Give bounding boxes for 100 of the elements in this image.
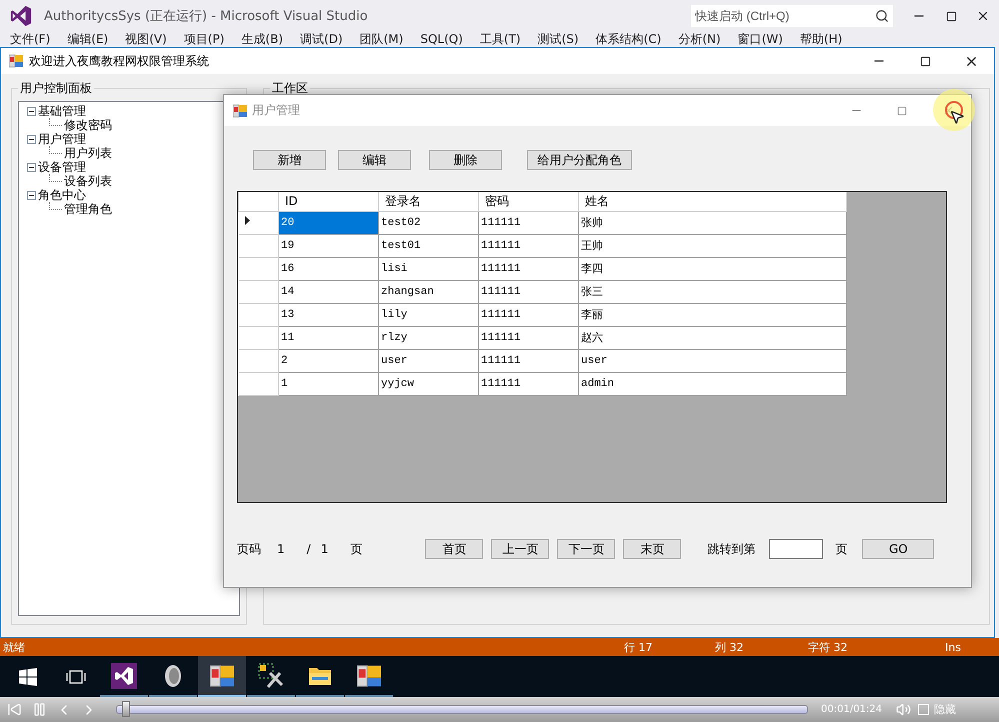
go-button[interactable]: GO	[862, 539, 934, 559]
table-cell: 14	[278, 280, 378, 303]
table-cell: lisi	[378, 257, 478, 280]
table-cell: 111111	[478, 280, 578, 303]
jump-label: 跳转到第	[707, 540, 756, 558]
menu-item[interactable]: 体系结构(C)	[596, 32, 662, 47]
menu-item[interactable]: 帮助(H)	[800, 32, 842, 47]
collapse-icon[interactable]	[27, 134, 36, 144]
column-header[interactable]: ID	[278, 192, 378, 211]
page-separator: /	[306, 542, 311, 556]
group-title: 用户控制面板	[19, 80, 93, 97]
tree-item[interactable]: 用户列表	[64, 146, 112, 160]
collapse-icon[interactable]	[27, 190, 36, 200]
table-cell: 111111	[478, 326, 578, 349]
table-cell: 111111	[478, 303, 578, 326]
menu-item[interactable]: 视图(V)	[125, 32, 167, 47]
menu-item[interactable]: 生成(B)	[241, 32, 284, 47]
status-line: 行 17	[624, 640, 652, 654]
pager-button[interactable]: 下一页	[557, 539, 616, 559]
status-text: 就绪	[3, 640, 25, 654]
pager-button[interactable]: 末页	[623, 539, 682, 559]
table-cell: 2	[278, 349, 378, 372]
menu-item[interactable]: 编辑(E)	[67, 32, 108, 47]
maximize-icon	[897, 106, 907, 116]
current-page: 1	[277, 542, 285, 556]
search-field[interactable]: 快速启动 (Ctrl+Q)	[691, 5, 871, 27]
table-cell: user	[378, 349, 478, 372]
toolbar-button[interactable]: 新增	[253, 150, 326, 170]
table-cell: 20	[278, 211, 378, 234]
table-cell: 李丽	[578, 303, 846, 326]
menu-item[interactable]: 测试(S)	[538, 32, 579, 47]
collapse-icon[interactable]	[27, 162, 36, 172]
table-cell: admin	[578, 372, 846, 395]
table-cell: 李四	[578, 257, 846, 280]
app-icon	[210, 664, 234, 688]
column-header[interactable]: 登录名	[378, 192, 478, 211]
toolbar-button[interactable]: 编辑	[338, 150, 411, 170]
search-button[interactable]	[871, 5, 893, 27]
windows-logo-icon	[19, 668, 37, 686]
pager-button[interactable]: 首页	[425, 539, 484, 559]
status-char: 字符 32	[808, 640, 848, 654]
pager-button[interactable]: 上一页	[491, 539, 550, 559]
click-highlight	[933, 89, 975, 131]
menu-item[interactable]: 团队(M)	[360, 32, 404, 47]
dialog-title: 用户管理	[252, 102, 301, 119]
tree-item[interactable]: 管理角色	[64, 202, 112, 216]
playback-time: 00:01/01:24	[821, 704, 882, 715]
collapse-icon[interactable]	[27, 106, 36, 116]
tree-item[interactable]: 基础管理	[38, 104, 86, 118]
table-cell: rlzy	[378, 326, 478, 349]
menu-item[interactable]: SQL(Q)	[420, 32, 463, 47]
table-cell: 13	[278, 303, 378, 326]
table-cell: user	[578, 349, 846, 372]
total-pages: 1	[320, 542, 328, 556]
status-column: 列 32	[715, 640, 744, 654]
speaker-icon	[163, 664, 183, 688]
page-unit: 页	[350, 540, 362, 558]
slider-thumb[interactable]	[122, 701, 130, 717]
close-icon	[942, 104, 954, 117]
page-label: 页码	[237, 540, 261, 558]
tree-item[interactable]: 修改密码	[64, 118, 112, 132]
window-title: 欢迎进入夜鹰教程网权限管理系统	[29, 52, 210, 70]
task-view-icon	[66, 670, 86, 684]
skip-back-icon	[6, 702, 22, 717]
close-icon	[976, 9, 990, 23]
table-cell: 张帅	[578, 211, 846, 234]
table-cell: 赵六	[578, 326, 846, 349]
menu-item[interactable]: 文件(F)	[10, 32, 50, 47]
column-header[interactable]: 姓名	[578, 192, 846, 211]
menu-item[interactable]: 项目(P)	[184, 32, 224, 47]
menu-item[interactable]: 工具(T)	[480, 32, 521, 47]
app-icon	[9, 54, 23, 68]
toolbar-button[interactable]: 删除	[429, 150, 502, 170]
page-input[interactable]	[769, 539, 824, 559]
status-mode: Ins	[945, 640, 961, 654]
table-cell: 19	[278, 234, 378, 257]
menu-item[interactable]: 调试(D)	[300, 32, 343, 47]
table-cell: test02	[378, 211, 478, 234]
tree-item[interactable]: 用户管理	[38, 132, 86, 146]
table-cell: 王帅	[578, 234, 846, 257]
tree-item[interactable]: 设备列表	[64, 174, 112, 188]
app-icon	[233, 104, 247, 118]
table-cell: 111111	[478, 234, 578, 257]
tree-item[interactable]: 角色中心	[38, 188, 86, 202]
hide-checkbox[interactable]	[918, 704, 930, 715]
pause-icon	[32, 702, 46, 717]
hide-label: 隐藏	[934, 702, 956, 717]
table-cell: zhangsan	[378, 280, 478, 303]
app-icon	[357, 664, 381, 688]
menu-item[interactable]: 窗口(W)	[738, 32, 783, 47]
menu-item[interactable]: 分析(N)	[678, 32, 721, 47]
table-cell: 111111	[478, 372, 578, 395]
toolbar-button[interactable]: 给用户分配角色	[527, 150, 632, 170]
row-indicator-icon	[244, 216, 250, 225]
tree-item[interactable]: 设备管理	[38, 160, 86, 174]
vs-logo-icon	[111, 662, 137, 688]
page-unit: 页	[835, 540, 848, 558]
column-header[interactable]: 密码	[478, 192, 578, 211]
taskbar-app[interactable]	[198, 656, 246, 697]
maximize-icon	[946, 10, 956, 22]
